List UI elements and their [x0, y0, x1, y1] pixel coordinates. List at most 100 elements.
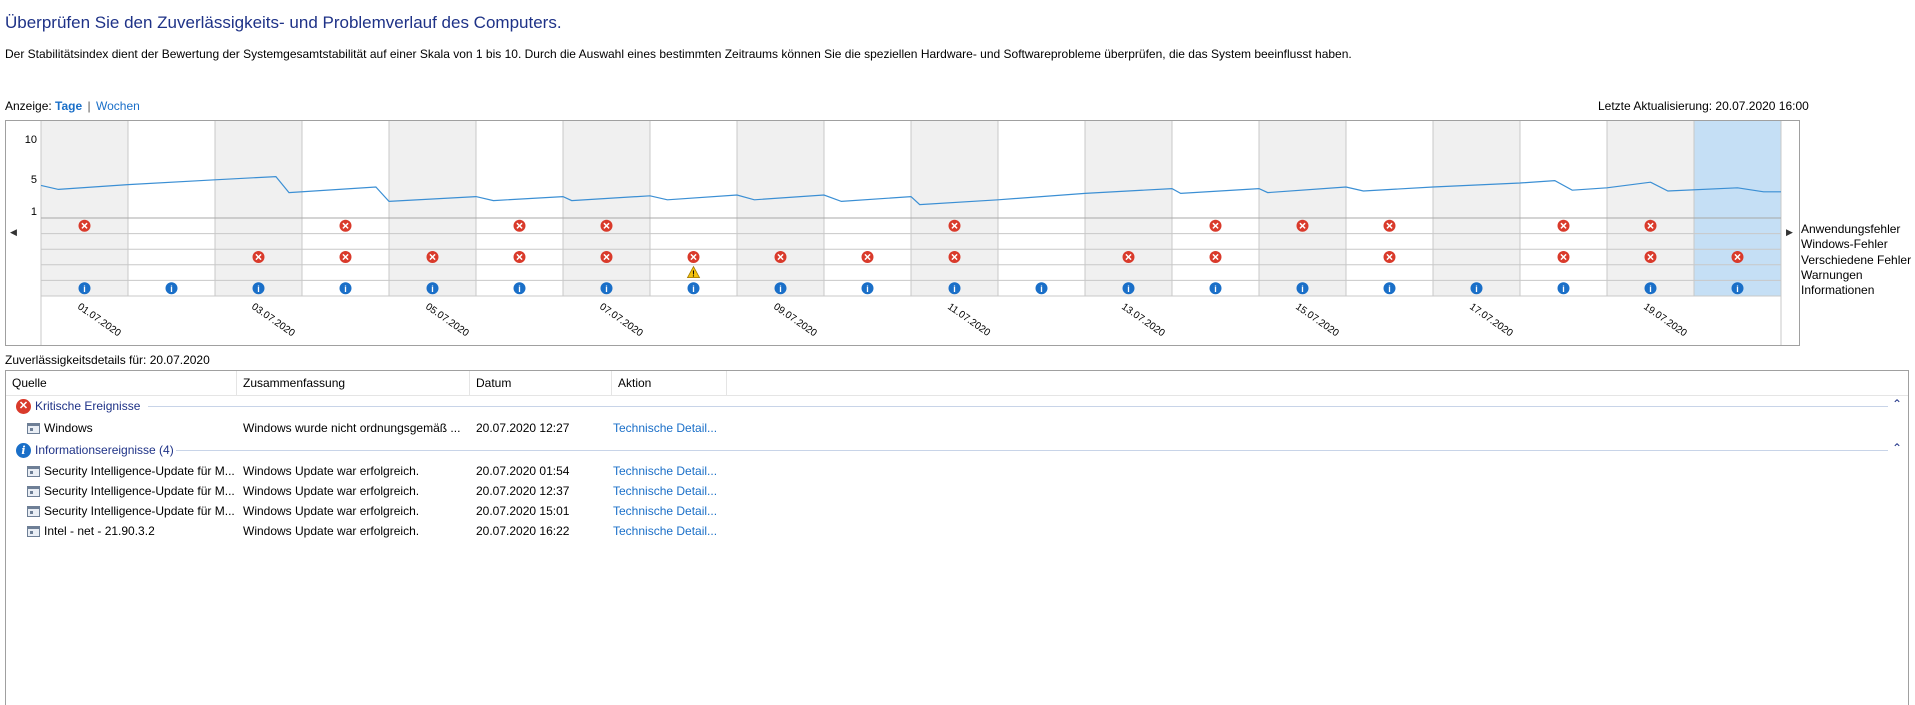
details-header: Quelle Zusammenfassung Datum Aktion ⌃ — [6, 371, 1908, 396]
row-source: Security Intelligence-Update für M... — [44, 504, 235, 518]
last-update-text: Letzte Aktualisierung: 20.07.2020 16:00 — [1598, 99, 1809, 113]
info-icon-mark: i — [1649, 284, 1652, 294]
group-title: Kritische Ereignisse — [35, 399, 141, 413]
info-icon-mark: i — [1562, 284, 1565, 294]
collapse-chevron-icon[interactable]: ⌃ — [1892, 397, 1902, 411]
day-column — [1259, 121, 1346, 296]
y-tick-label: 10 — [25, 134, 37, 146]
technical-details-link[interactable]: Technische Detail... — [613, 464, 717, 478]
table-row[interactable]: Intel - net - 21.90.3.2 Windows Update w… — [6, 521, 1908, 541]
sort-ascending-icon: ⌃ — [533, 370, 541, 377]
day-column — [737, 121, 824, 296]
view-switcher: Anzeige: Tage | Wochen — [5, 99, 140, 113]
collapse-chevron-icon[interactable]: ⌃ — [1892, 441, 1902, 455]
application-icon — [27, 466, 40, 477]
reliability-chart-svg: 10 5 1! i i i i i i i i i i i i i i i i i i i i 01.07.2020 03.07… — [25, 121, 1782, 345]
column-header-action[interactable]: Aktion — [612, 371, 727, 395]
technical-details-link[interactable]: Technische Detail... — [613, 484, 717, 498]
technical-details-link[interactable]: Technische Detail... — [613, 504, 717, 518]
group-divider — [148, 406, 1888, 407]
group-critical-events[interactable]: ✕ Kritische Ereignisse ⌃ — [6, 396, 1908, 416]
day-column — [1520, 121, 1607, 296]
view-label: Anzeige: — [5, 99, 52, 113]
x-tick-label: 17.07.2020 — [1467, 301, 1515, 339]
row-date: 20.07.2020 01:54 — [476, 464, 570, 478]
y-tick-label: 5 — [31, 174, 37, 186]
details-label: Zuverlässigkeitsdetails für: 20.07.2020 — [5, 353, 210, 367]
info-icon-mark: i — [866, 284, 869, 294]
group-information-events[interactable]: i Informationsereignisse (4) ⌃ — [6, 440, 1908, 460]
legend-information: Informationen — [1801, 283, 1875, 298]
info-icon-mark: i — [1388, 284, 1391, 294]
application-icon — [27, 423, 40, 434]
row-source: Security Intelligence-Update für M... — [44, 464, 235, 478]
info-icon-mark: i — [692, 284, 695, 294]
x-tick-label: 09.07.2020 — [771, 301, 819, 339]
technical-details-link[interactable]: Technische Detail... — [613, 421, 717, 435]
info-icon-mark: i — [1040, 284, 1043, 294]
row-summary: Windows Update war erfolgreich. — [243, 524, 420, 538]
info-icon-mark: i — [1214, 284, 1217, 294]
legend-application-errors: Anwendungsfehler — [1801, 222, 1901, 236]
day-column — [1346, 121, 1433, 296]
row-date: 20.07.2020 12:27 — [476, 421, 570, 435]
table-row[interactable]: Security Intelligence-Update für M... Wi… — [6, 461, 1908, 481]
day-column — [41, 121, 128, 296]
legend-misc-errors: Verschiedene Fehler — [1801, 252, 1912, 267]
x-tick-label: 07.07.2020 — [597, 301, 645, 339]
y-tick-label: 1 — [31, 206, 37, 218]
row-source: Security Intelligence-Update für M... — [44, 484, 235, 498]
table-row[interactable]: Security Intelligence-Update für M... Wi… — [6, 501, 1908, 521]
x-tick-label: 01.07.2020 — [75, 301, 123, 339]
table-row[interactable]: Windows Windows wurde nicht ordnungsgemä… — [6, 418, 1908, 438]
application-icon — [27, 486, 40, 497]
info-icon-mark: i — [518, 284, 521, 294]
info-icon-mark: i — [953, 284, 956, 294]
info-icon-mark: i — [344, 284, 347, 294]
info-icon-mark: i — [1736, 284, 1739, 294]
application-icon — [27, 506, 40, 517]
day-column — [563, 121, 650, 296]
row-summary: Windows Update war erfolgreich. — [243, 484, 420, 498]
row-summary: Windows Update war erfolgreich. — [243, 464, 420, 478]
row-summary: Windows wurde nicht ordnungsgemäß ... — [243, 421, 461, 435]
warning-icon-mark: ! — [692, 270, 695, 279]
x-tick-label: 05.07.2020 — [423, 301, 471, 339]
x-tick-label: 11.07.2020 — [945, 301, 992, 339]
day-column — [998, 121, 1085, 296]
day-column — [1172, 121, 1259, 296]
row-source: Windows — [44, 421, 93, 435]
details-list: Quelle Zusammenfassung Datum Aktion ⌃ ✕ … — [5, 370, 1909, 705]
application-icon — [27, 526, 40, 537]
column-header-summary[interactable]: Zusammenfassung — [237, 371, 470, 395]
row-date: 20.07.2020 12:37 — [476, 484, 570, 498]
x-tick-label: 15.07.2020 — [1293, 301, 1341, 339]
info-icon-mark: i — [1127, 284, 1130, 294]
day-column — [389, 121, 476, 296]
column-header-date[interactable]: Datum — [470, 371, 612, 395]
x-tick-label: 03.07.2020 — [249, 301, 297, 339]
page-title: Überprüfen Sie den Zuverlässigkeits- und… — [5, 13, 562, 32]
scroll-right-arrow-icon[interactable]: ▶ — [1786, 227, 1793, 238]
reliability-chart[interactable]: 10 5 1! i i i i i i i i i i i i i i i i i i i i 01.07.2020 03.07… — [5, 120, 1800, 346]
group-title: Informationsereignisse (4) — [35, 443, 174, 457]
day-column — [1433, 121, 1520, 296]
table-row[interactable]: Security Intelligence-Update für M... Wi… — [6, 481, 1908, 501]
column-header-source[interactable]: Quelle — [6, 371, 237, 395]
info-icon-mark: i — [1301, 284, 1304, 294]
row-date: 20.07.2020 16:22 — [476, 524, 570, 538]
group-divider — [176, 450, 1888, 451]
info-icon-mark: i — [605, 284, 608, 294]
info-icon-mark: i — [83, 284, 86, 294]
view-separator: | — [87, 99, 91, 113]
info-icon: i — [16, 443, 31, 458]
x-tick-label: 19.07.2020 — [1641, 301, 1689, 339]
info-icon-mark: i — [170, 284, 173, 294]
scroll-left-arrow-icon[interactable]: ◀ — [10, 227, 17, 238]
legend-warnings: Warnungen — [1801, 267, 1863, 282]
info-icon-mark: i — [1475, 284, 1478, 294]
technical-details-link[interactable]: Technische Detail... — [613, 524, 717, 538]
view-weeks-link[interactable]: Wochen — [96, 99, 140, 113]
view-days-link[interactable]: Tage — [55, 99, 82, 113]
row-date: 20.07.2020 15:01 — [476, 504, 570, 518]
